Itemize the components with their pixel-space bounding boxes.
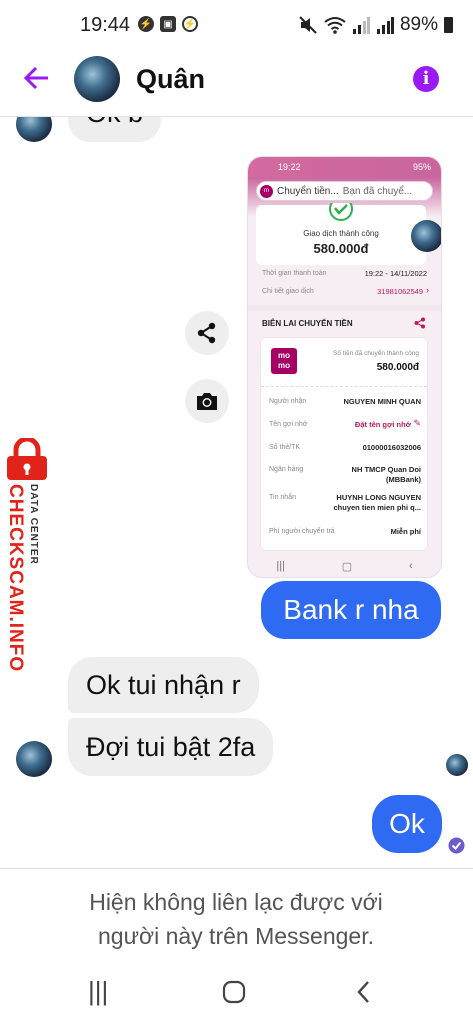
recents-button[interactable]: ||| bbox=[88, 976, 108, 1007]
wifi-icon bbox=[324, 17, 346, 34]
share-icon bbox=[197, 322, 216, 344]
account-value: 01000016032006 bbox=[362, 443, 421, 452]
receipt-status-bar: 19:22 95% bbox=[248, 157, 441, 177]
message-text: Đợi tui bật 2fa bbox=[86, 731, 256, 762]
momo-icon: m bbox=[260, 184, 273, 198]
chevron-right-icon: › bbox=[426, 285, 429, 295]
contact-name[interactable]: Quân bbox=[136, 64, 205, 95]
success-label: Giao dịch thành công bbox=[303, 229, 379, 238]
detail-value: 31981062549 bbox=[377, 287, 423, 296]
message-text: Ok bbox=[389, 808, 425, 839]
contact-avatar[interactable] bbox=[16, 741, 52, 777]
back-arrow-icon[interactable] bbox=[22, 64, 50, 100]
camera-button[interactable] bbox=[185, 379, 229, 423]
time-label: Thời gian thanh toán bbox=[262, 270, 327, 277]
back-button[interactable] bbox=[356, 980, 372, 1004]
message-value: HUYNH LONG NGUYEN chuyen tien mien phi q… bbox=[333, 493, 421, 512]
signal-icon bbox=[352, 17, 370, 34]
system-navbar: ||| bbox=[0, 958, 473, 1024]
watermark-main: CHECKSCAM.INFO bbox=[5, 484, 26, 673]
camera-icon bbox=[197, 393, 217, 410]
messenger-icon: ⚡ bbox=[182, 16, 198, 32]
share-button[interactable] bbox=[185, 311, 229, 355]
fee-value: Miễn phí bbox=[390, 527, 421, 536]
sent-amount: 580.000đ bbox=[376, 362, 419, 373]
checkmark-icon bbox=[329, 203, 353, 221]
message-bubble-incoming[interactable]: Đợi tui bật 2fa bbox=[68, 718, 274, 776]
receipt-status-time: 19:22 bbox=[278, 162, 301, 172]
image-icon: ▣ bbox=[160, 16, 176, 32]
receipt-navbar: ||| ▢ ‹ bbox=[248, 555, 441, 577]
receipt-title: BIÊN LAI CHUYỂN TIỀN bbox=[262, 319, 353, 328]
contact-avatar bbox=[411, 220, 441, 252]
shared-image-receipt[interactable]: 19:22 95% m Chuyển tiền... Bạn đã chuyể.… bbox=[248, 157, 441, 577]
time-value: 19:22 - 14/11/2022 bbox=[364, 269, 427, 278]
watermark-sub: DATA CENTER bbox=[28, 484, 39, 565]
account-label: Số thẻ/TK bbox=[269, 444, 301, 451]
message-bubble-outgoing[interactable]: Bank r nha bbox=[261, 581, 441, 639]
home-button[interactable] bbox=[222, 980, 246, 1004]
message-text: Bank r nha bbox=[283, 594, 419, 625]
momo-logo: mo mo bbox=[271, 348, 297, 374]
messenger-icon: ⚡ bbox=[138, 16, 154, 32]
notification-icons: ⚡ ▣ ⚡ bbox=[138, 16, 198, 32]
bank-label: Ngân hàng bbox=[269, 466, 304, 473]
home-icon: ▢ bbox=[341, 560, 353, 573]
receiver-label: Người nhận bbox=[269, 398, 307, 405]
fee-label: Phí người chuyển trả bbox=[269, 528, 335, 535]
message-label: Tin nhắn bbox=[269, 494, 296, 501]
message-bubble-outgoing[interactable]: Ok bbox=[372, 795, 442, 853]
nickname-value: Đặt tên gợi nhớ bbox=[354, 420, 411, 429]
receipt-topbar-sub: Bạn đã chuyể... bbox=[342, 185, 413, 197]
battery-icon bbox=[444, 17, 453, 33]
unavailable-notice: Hiện không liên lạc được với người này t… bbox=[0, 868, 473, 959]
watermark: CHECKSCAM.INFO DATA CENTER bbox=[0, 438, 52, 672]
status-right: 89% bbox=[298, 14, 453, 36]
edit-icon: ✎ bbox=[413, 418, 421, 428]
signal-icon bbox=[376, 17, 394, 34]
battery-percent: 89% bbox=[399, 14, 438, 35]
info-icon[interactable]: i bbox=[413, 66, 439, 92]
contact-avatar[interactable] bbox=[74, 56, 120, 102]
receipt-success-card: Giao dịch thành công 580.000đ bbox=[256, 203, 426, 265]
receipt-status-battery: 95% bbox=[412, 162, 431, 172]
sent-label: Số tiền đã chuyển thành công bbox=[332, 350, 419, 357]
recents-icon: ||| bbox=[276, 560, 285, 572]
seen-avatar bbox=[446, 754, 468, 776]
detail-label: Chi tiết giao dịch bbox=[262, 288, 314, 295]
receipt-topbar-title: Chuyển tiền... bbox=[277, 185, 339, 197]
mute-icon bbox=[299, 16, 317, 34]
lock-icon bbox=[7, 438, 47, 480]
receiver-value: NGUYEN MINH QUAN bbox=[343, 397, 421, 406]
bank-value: NH TMCP Quan Doi (MBBank) bbox=[351, 465, 421, 484]
delivered-check-icon bbox=[448, 837, 465, 854]
receipt-topbar: m Chuyển tiền... Bạn đã chuyể... bbox=[256, 181, 433, 201]
status-bar: 19:44 ⚡ ▣ ⚡ 89% bbox=[0, 0, 473, 56]
receipt-amount: 580.000đ bbox=[313, 241, 369, 256]
back-icon: ‹ bbox=[408, 560, 413, 572]
notice-text: Hiện không liên lạc được với người này t… bbox=[89, 889, 383, 949]
message-text: Ok tui nhận r bbox=[86, 669, 241, 700]
chat-header-overlay: Quân i bbox=[0, 56, 473, 117]
status-time: 19:44 bbox=[80, 14, 131, 36]
nickname-label: Tên gợi nhớ bbox=[269, 421, 308, 428]
message-bubble-incoming[interactable]: Ok tui nhận r bbox=[68, 657, 259, 713]
receipt-detail-card: mo mo Số tiền đã chuyển thành công 580.0… bbox=[260, 337, 428, 551]
share-icon bbox=[414, 317, 425, 329]
